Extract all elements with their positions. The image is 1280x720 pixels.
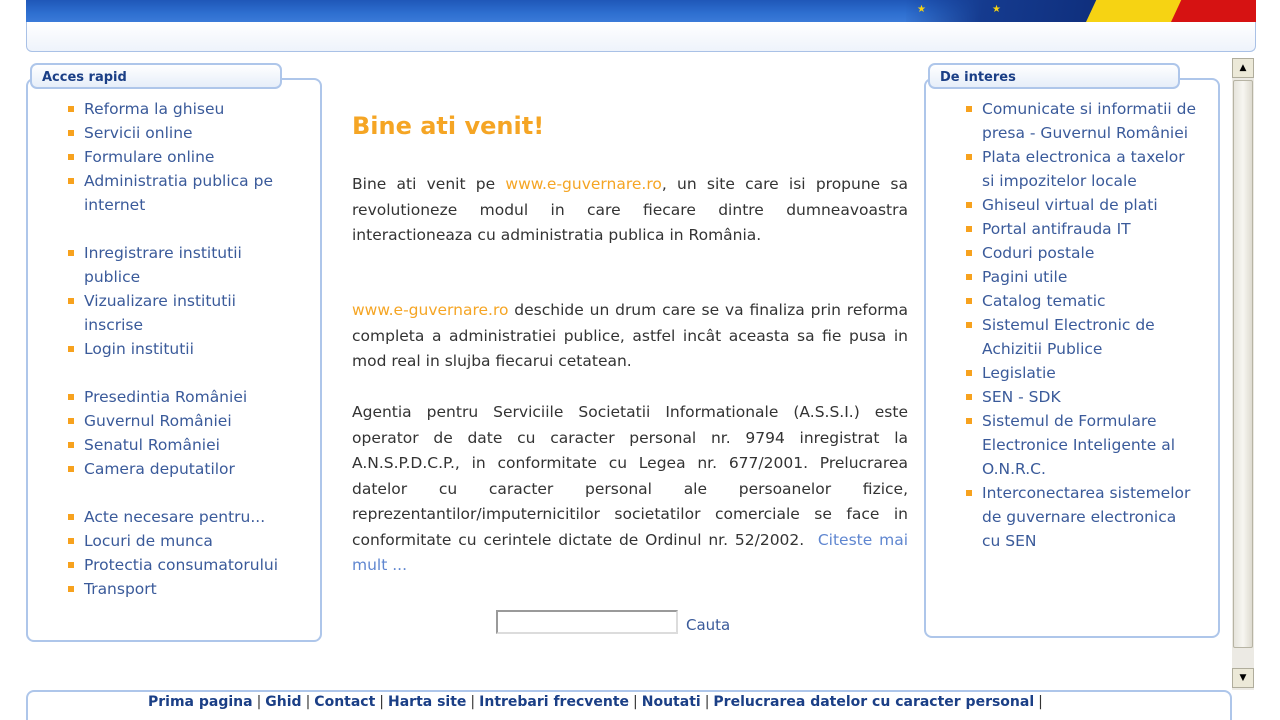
- footer-separator: |: [704, 694, 710, 710]
- of-interest-link[interactable]: Sistemul Electronic de Achizitii Publice: [966, 313, 1196, 361]
- of-interest-list: Comunicate si informatii de presa - Guve…: [966, 97, 1196, 553]
- quick-access-title: Acces rapid: [30, 63, 282, 89]
- quick-access-link[interactable]: Camera deputatilor: [68, 457, 298, 481]
- eu-star-icon: ★: [992, 4, 1001, 15]
- quick-access-link[interactable]: Locuri de munca: [68, 529, 298, 553]
- footer-link[interactable]: Ghid: [265, 694, 301, 710]
- site-link[interactable]: www.e-guvernare.ro: [505, 175, 661, 193]
- quick-access-link[interactable]: Reforma la ghiseu: [68, 97, 298, 121]
- of-interest-link[interactable]: Interconectarea sistemelor de guvernare …: [966, 481, 1196, 553]
- footer-nav: Prima pagina | Ghid | Contact | Harta site | Int…: [148, 694, 1047, 710]
- footer-link[interactable]: Noutati: [642, 694, 701, 710]
- intro-paragraph: Bine ati venit pe www.e-guvernare.ro, un…: [352, 172, 908, 249]
- of-interest-link[interactable]: Catalog tematic: [966, 289, 1196, 313]
- of-interest-link[interactable]: Coduri postale: [966, 241, 1196, 265]
- quick-access-link[interactable]: Vizualizare institutii inscrise: [68, 289, 298, 337]
- quick-access-list: Reforma la ghiseu Servicii online Formular…: [68, 97, 298, 601]
- quick-access-link[interactable]: Formulare online: [68, 145, 298, 169]
- intro-text-start: Bine ati venit pe: [352, 175, 506, 193]
- of-interest-link[interactable]: Legislatie: [966, 361, 1196, 385]
- site-link[interactable]: www.e-guvernare.ro: [352, 301, 508, 319]
- scroll-down-arrow-icon[interactable]: ▼: [1232, 668, 1254, 688]
- eu-star-icon: ★: [917, 4, 926, 15]
- of-interest-title: De interes: [928, 63, 1180, 89]
- header-banner: ★ ★: [26, 0, 1256, 22]
- privacy-text: Agentia pentru Serviciile Societatii Inf…: [352, 403, 908, 549]
- of-interest-link[interactable]: SEN - SDK: [966, 385, 1196, 409]
- of-interest-link[interactable]: Comunicate si informatii de presa - Guve…: [966, 97, 1196, 145]
- footer-separator: |: [633, 694, 638, 710]
- quick-access-link[interactable]: Servicii online: [68, 121, 298, 145]
- search-button[interactable]: Cauta: [686, 616, 730, 634]
- page-title: Bine ati venit!: [352, 112, 545, 140]
- footer-separator: |: [1038, 694, 1043, 710]
- footer-separator: |: [305, 694, 311, 710]
- scroll-up-arrow-icon[interactable]: ▲: [1232, 58, 1254, 78]
- of-interest-link[interactable]: Plata electronica a taxelor si impozitel…: [966, 145, 1196, 193]
- search-input[interactable]: [496, 610, 678, 634]
- of-interest-link[interactable]: Sistemul de Formulare Electronice Inteli…: [966, 409, 1196, 481]
- privacy-paragraph: Agentia pentru Serviciile Societatii Inf…: [352, 400, 908, 579]
- quick-access-link[interactable]: Protectia consumatorului: [68, 553, 298, 577]
- quick-access-link[interactable]: Administratia publica pe internet: [68, 169, 298, 217]
- quick-access-link[interactable]: Guvernul României: [68, 409, 298, 433]
- quick-access-link[interactable]: Presedintia României: [68, 385, 298, 409]
- of-interest-link[interactable]: Ghiseul virtual de plati: [966, 193, 1196, 217]
- romanian-flag-red: [1171, 0, 1256, 22]
- footer-link[interactable]: Harta site: [388, 694, 466, 710]
- eu-flag-graphic: [906, 0, 1096, 22]
- header-subbar: [26, 22, 1256, 52]
- footer-separator: |: [470, 694, 476, 710]
- footer-link[interactable]: Contact: [314, 694, 375, 710]
- reform-paragraph: www.e-guvernare.ro deschide un drum care…: [352, 298, 908, 375]
- footer-separator: |: [256, 694, 262, 710]
- quick-access-link[interactable]: Inregistrare institutii publice: [68, 241, 298, 289]
- quick-access-link[interactable]: Acte necesare pentru...: [68, 505, 298, 529]
- scrollbar-thumb[interactable]: [1233, 80, 1253, 648]
- of-interest-link[interactable]: Pagini utile: [966, 265, 1196, 289]
- footer-link[interactable]: Prima pagina: [148, 694, 253, 710]
- quick-access-link[interactable]: Senatul României: [68, 433, 298, 457]
- quick-access-link[interactable]: Transport: [68, 577, 298, 601]
- quick-access-link[interactable]: Login institutii: [68, 337, 298, 361]
- footer-link[interactable]: Prelucrarea datelor cu caracter personal: [713, 694, 1034, 710]
- footer-link[interactable]: Intrebari frecvente: [479, 694, 629, 710]
- of-interest-link[interactable]: Portal antifrauda IT: [966, 217, 1196, 241]
- footer-separator: |: [379, 694, 385, 710]
